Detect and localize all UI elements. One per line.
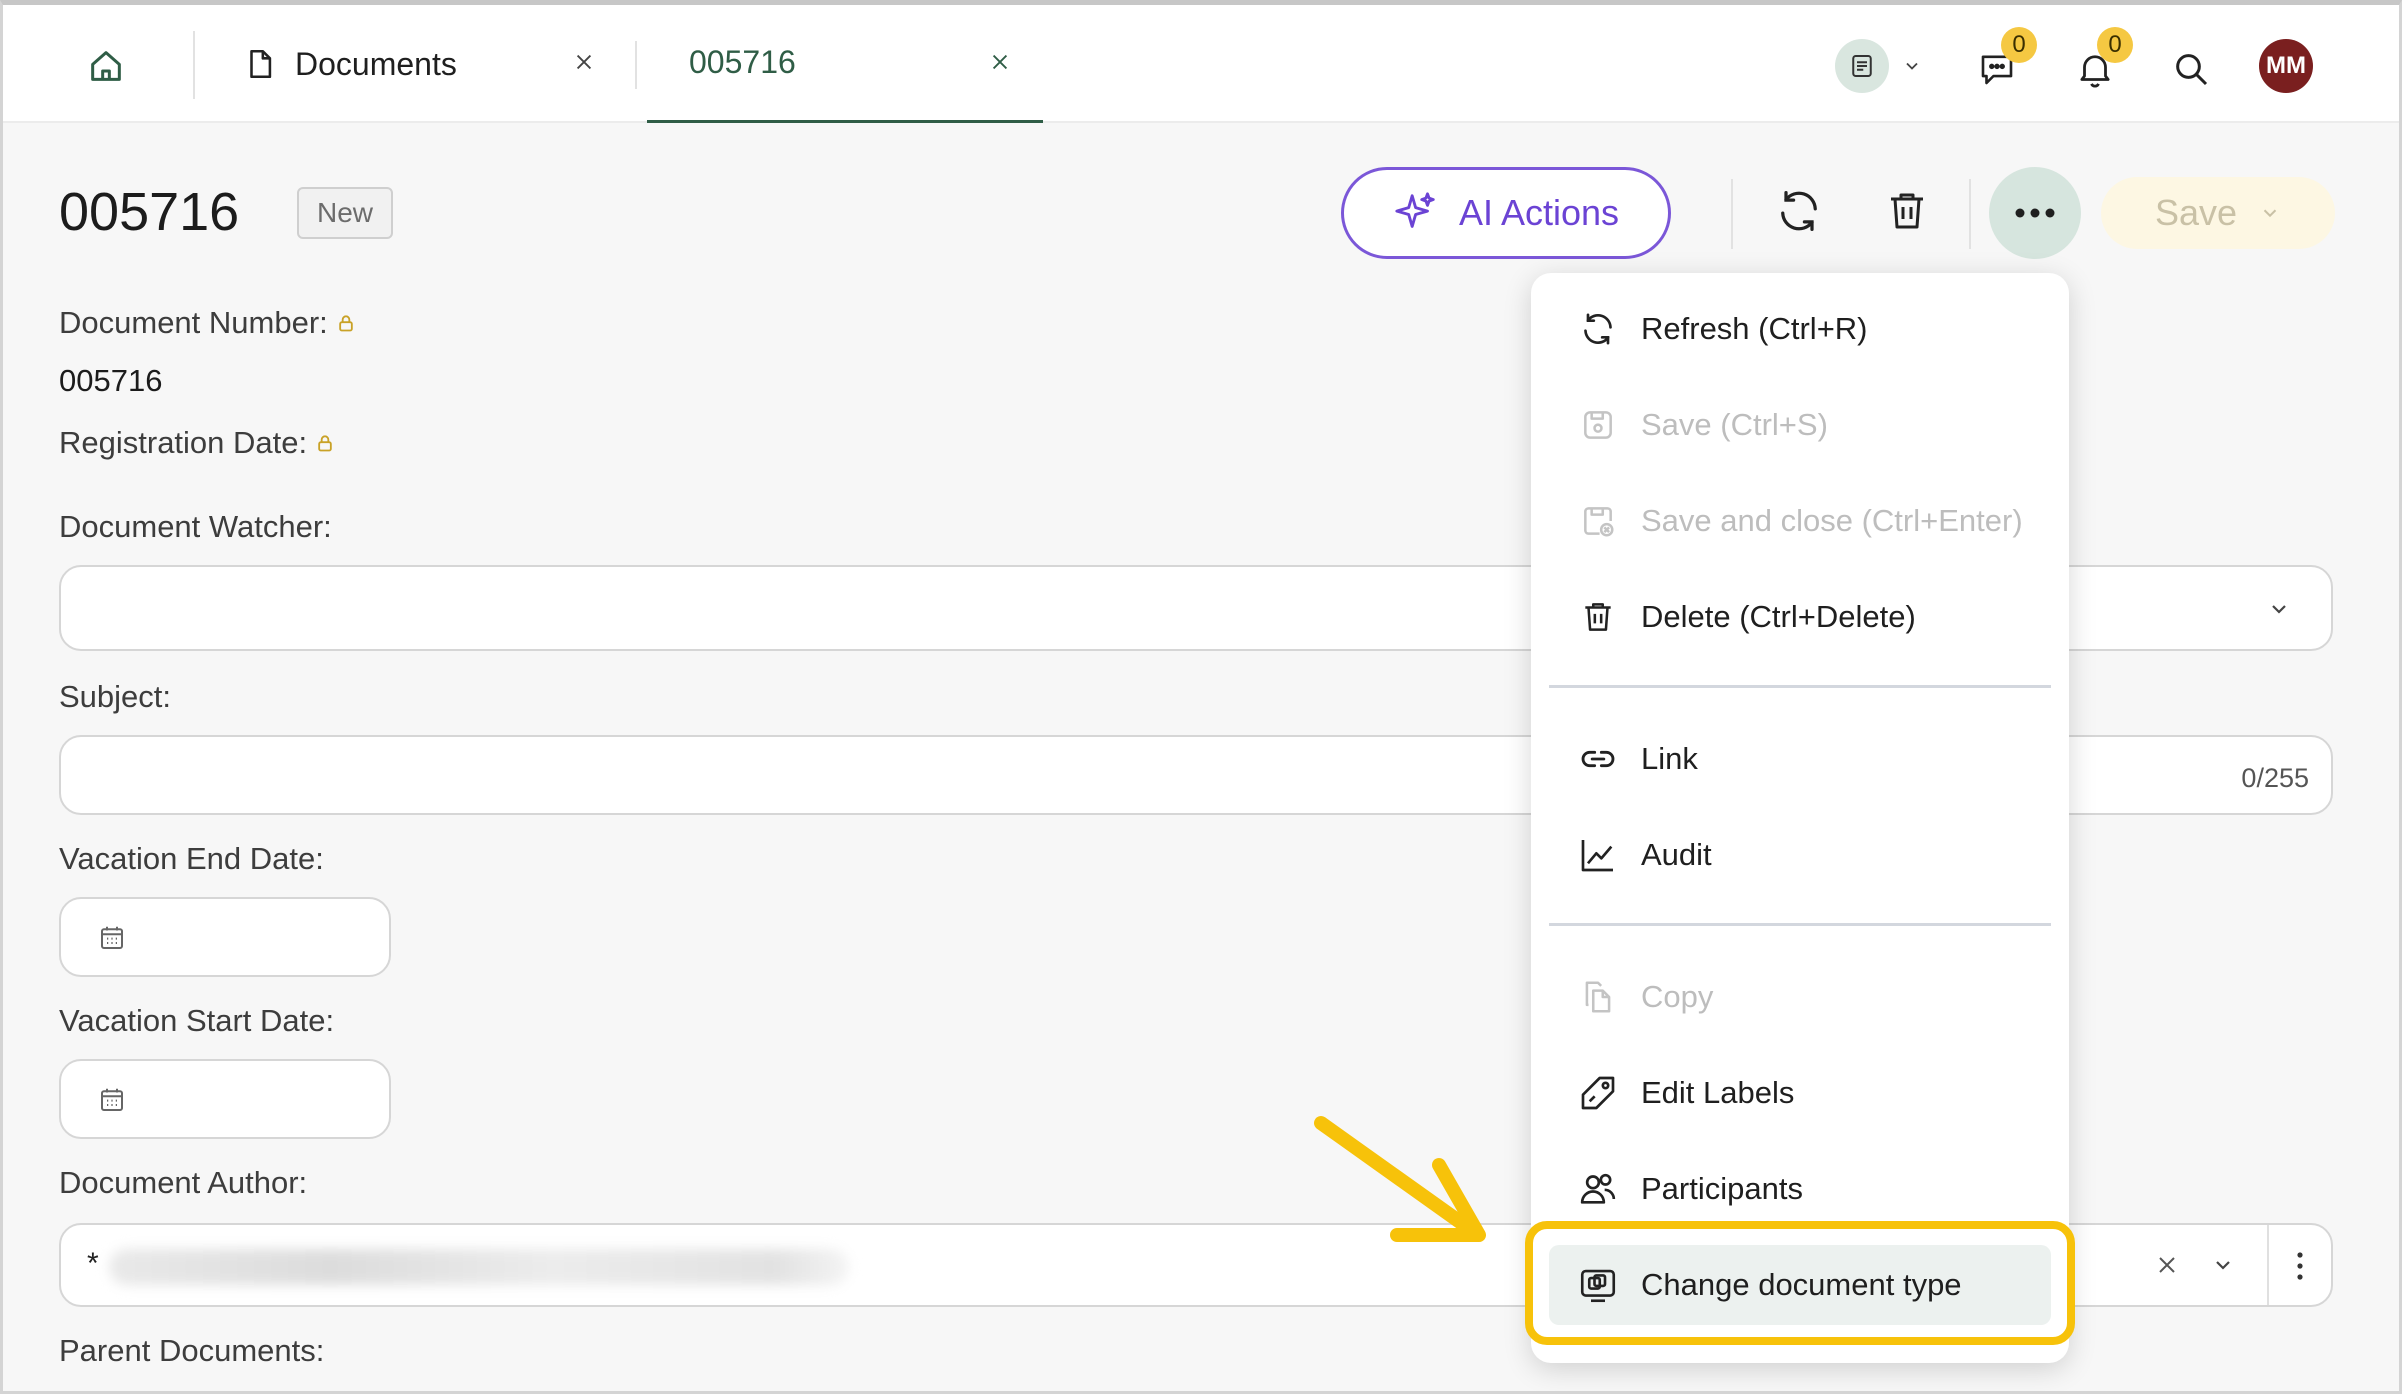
vacation-start-date-input[interactable] [59, 1059, 391, 1139]
chat-count-badge: 0 [2001, 27, 2037, 63]
home-icon [91, 51, 121, 81]
menu-item-label: Change document type [1641, 1267, 1962, 1302]
menu-item-label: Save (Ctrl+S) [1641, 407, 1828, 442]
home-button[interactable] [81, 41, 131, 91]
lock-icon [318, 435, 332, 452]
delete-button[interactable] [1877, 181, 1937, 241]
vacation-end-date-input[interactable] [59, 897, 391, 977]
user-avatar[interactable]: MM [2259, 39, 2313, 93]
tab-documents[interactable]: Documents [243, 5, 613, 123]
refresh-icon [1584, 313, 1612, 345]
calendar-icon [101, 1088, 123, 1111]
tab-documents-label: Documents [295, 45, 457, 82]
status-badge: New [297, 187, 394, 239]
more-actions-menu: Refresh (Ctrl+R) Save (Ctrl+S) Save and … [1531, 273, 2069, 1363]
menu-item-link[interactable]: Link [1549, 719, 2051, 799]
clear-icon[interactable] [2155, 1253, 2179, 1277]
app-window: Documents 005716 0 0 MM 005716 New AI Ac… [0, 0, 2402, 1394]
chevron-down-icon [2272, 605, 2286, 614]
chevron-down-icon [2263, 209, 2277, 218]
top-tab-bar: Documents 005716 0 0 MM [3, 5, 2399, 123]
search-icon [2176, 54, 2208, 86]
save-button[interactable]: Save [2101, 177, 2335, 249]
tab-divider [635, 41, 637, 89]
refresh-icon [1781, 190, 1817, 232]
tag-icon [1581, 1076, 1615, 1110]
registration-date-label: Registration Date: [59, 425, 335, 461]
refresh-button[interactable] [1769, 181, 1829, 241]
tab-005716-close-button[interactable] [985, 47, 1015, 77]
ai-actions-label: AI Actions [1458, 192, 1620, 233]
notification-count-badge: 0 [2097, 27, 2133, 63]
copy-icon [1585, 981, 1611, 1013]
sparkle-icon [1395, 192, 1435, 228]
menu-item-delete[interactable]: Delete (Ctrl+Delete) [1549, 577, 2051, 657]
menu-divider [1549, 685, 2051, 688]
required-marker: * [87, 1247, 99, 1280]
save-icon [1584, 411, 1612, 439]
menu-item-refresh[interactable]: Refresh (Ctrl+R) [1549, 289, 2051, 369]
close-icon [576, 54, 592, 70]
toolbar-divider [1969, 179, 1971, 249]
menu-item-participants[interactable]: Participants [1549, 1149, 2051, 1229]
trash-icon [1585, 603, 1611, 631]
subject-label: Subject: [59, 679, 172, 714]
menu-item-change-document-type[interactable]: Change document type [1549, 1245, 2051, 1325]
ai-actions-button[interactable]: AI Actions [1341, 167, 1671, 259]
document-number-label: Document Number: [59, 305, 356, 341]
document-author-label: Document Author: [59, 1165, 308, 1200]
change-type-icon [1580, 1269, 1616, 1303]
document-watcher-label: Document Watcher: [59, 509, 332, 544]
document-icon [250, 49, 272, 79]
menu-item-edit-labels[interactable]: Edit Labels [1549, 1053, 2051, 1133]
menu-divider [1549, 923, 2051, 926]
link-icon [1581, 750, 1615, 768]
save-close-icon [1584, 507, 1614, 537]
more-vertical-icon[interactable] [2295, 1251, 2305, 1281]
menu-item-audit[interactable]: Audit [1549, 815, 2051, 895]
vacation-end-date-label: Vacation End Date: [59, 841, 324, 876]
menu-item-label: Delete (Ctrl+Delete) [1641, 599, 1916, 634]
users-icon [1580, 1173, 1616, 1204]
tab-documents-close-button[interactable] [569, 47, 599, 77]
more-actions-button[interactable] [1989, 167, 2081, 259]
menu-item-save-and-close: Save and close (Ctrl+Enter) [1549, 481, 2051, 561]
document-view-button[interactable] [1835, 39, 1889, 93]
document-list-icon [1852, 55, 1872, 77]
author-value-redacted [109, 1249, 849, 1285]
search-button[interactable] [2163, 41, 2219, 97]
more-horizontal-icon [2015, 208, 2055, 218]
tab-005716-label: 005716 [689, 44, 796, 80]
menu-item-label: Refresh (Ctrl+R) [1641, 311, 1868, 346]
document-view-dropdown[interactable] [1897, 51, 1927, 81]
menu-item-save: Save (Ctrl+S) [1549, 385, 2051, 465]
menu-item-label: Save and close (Ctrl+Enter) [1641, 503, 2023, 538]
toolbar-divider [1731, 179, 1733, 249]
subject-char-counter: 0/255 [2241, 763, 2309, 793]
trash-icon [1891, 193, 1923, 229]
calendar-icon [101, 926, 123, 949]
page-title: 005716 [59, 182, 240, 242]
save-button-label: Save [2154, 192, 2238, 233]
menu-item-label: Link [1641, 741, 1698, 776]
document-number-value: 005716 [59, 363, 163, 398]
chevron-down-icon[interactable] [2211, 1253, 2235, 1277]
menu-item-label: Audit [1641, 837, 1712, 872]
lock-icon [339, 315, 353, 332]
close-icon [992, 54, 1008, 70]
field-divider [2267, 1225, 2269, 1305]
menu-item-label: Copy [1641, 979, 1714, 1014]
tab-divider [193, 31, 195, 99]
vacation-start-date-label: Vacation Start Date: [59, 1003, 335, 1038]
chevron-down-icon [1906, 62, 1918, 70]
menu-item-copy: Copy [1549, 957, 2051, 1037]
chart-line-icon [1581, 840, 1613, 872]
tab-005716[interactable]: 005716 [647, 5, 1043, 123]
menu-item-label: Participants [1641, 1171, 1803, 1206]
menu-item-label: Edit Labels [1641, 1075, 1795, 1110]
parent-documents-label: Parent Documents: [59, 1333, 325, 1368]
